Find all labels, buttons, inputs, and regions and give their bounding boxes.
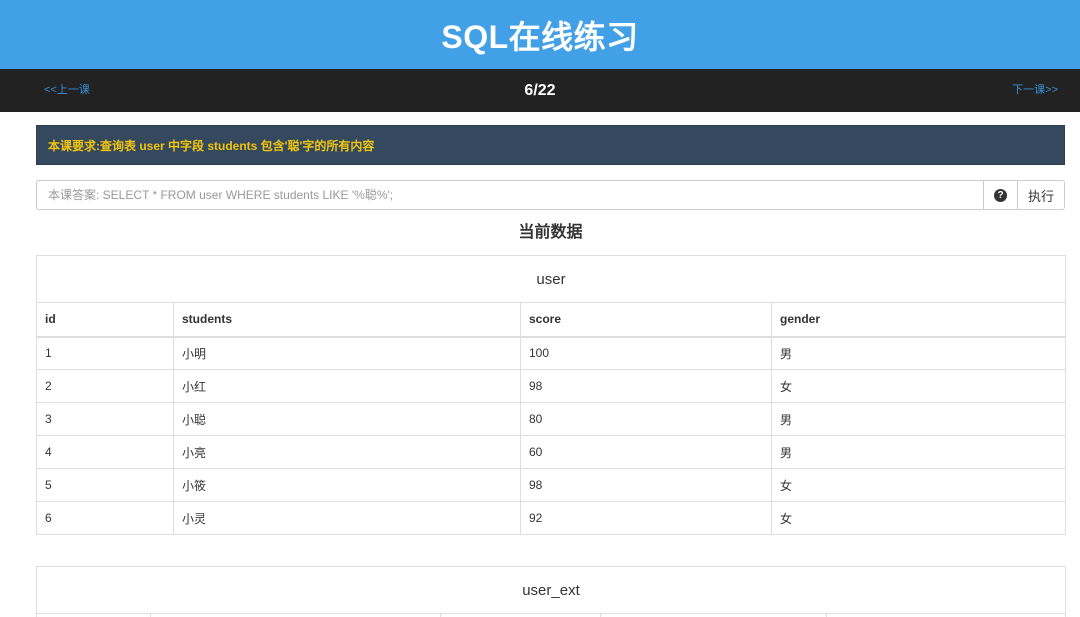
question-circle-icon: ? [994, 188, 1007, 202]
table-cell: 小红 [173, 369, 521, 403]
column-header: students [173, 302, 521, 338]
user-ext-table-caption: user_ext [36, 566, 1066, 613]
user-ext-table-wrapper: user_ext [36, 566, 1066, 617]
column-header [440, 613, 601, 617]
table-cell: 2 [36, 369, 174, 403]
table-cell: 80 [520, 402, 772, 436]
table-row: 1 小明 100 男 [36, 336, 1066, 370]
user-table-caption: user [36, 255, 1066, 302]
column-header [36, 613, 151, 617]
column-header: gender [771, 302, 1066, 338]
table-row: 5 小筱 98 女 [36, 468, 1066, 502]
app-header: SQL在线练习 [0, 0, 1080, 69]
table-cell: 3 [36, 402, 174, 436]
execute-button[interactable]: 执行 [1017, 180, 1065, 210]
table-cell: 小灵 [173, 501, 521, 535]
table-cell: 60 [520, 435, 772, 469]
table-cell: 92 [520, 501, 772, 535]
next-lesson-link[interactable]: 下一课>> [1012, 69, 1058, 112]
current-data-title: 当前数据 [518, 224, 583, 241]
table-row: 2 小红 98 女 [36, 369, 1066, 403]
table-cell: 4 [36, 435, 174, 469]
table-cell: 小聪 [173, 402, 521, 436]
table-cell: 6 [36, 501, 174, 535]
prev-lesson-link[interactable]: <<上一课 [44, 69, 90, 112]
sql-query-input[interactable] [36, 180, 983, 210]
column-header [150, 613, 441, 617]
table-cell: 女 [771, 369, 1066, 403]
table-cell: 1 [36, 336, 174, 370]
table-cell: 女 [771, 501, 1066, 535]
user-ext-table: user_ext [36, 566, 1066, 617]
column-header [600, 613, 827, 617]
user-table: user id students score gender 1 小明 100 男… [36, 255, 1066, 535]
table-header-row [36, 613, 1066, 617]
table-cell: 98 [520, 369, 772, 403]
column-header: score [520, 302, 772, 338]
table-cell: 小明 [173, 336, 521, 370]
lesson-requirement: 本课要求:查询表 user 中字段 students 包含'聪'字的所有内容 [36, 125, 1065, 165]
user-table-wrapper: user id students score gender 1 小明 100 男… [36, 255, 1066, 535]
table-row: 6 小灵 92 女 [36, 501, 1066, 535]
table-cell: 男 [771, 435, 1066, 469]
table-cell: 男 [771, 402, 1066, 436]
table-cell: 100 [520, 336, 772, 370]
query-bar: ? 执行 [36, 180, 1065, 210]
table-cell: 小亮 [173, 435, 521, 469]
lesson-nav-bar: <<上一课 6/22 下一课>> [0, 69, 1080, 112]
app-title: SQL在线练习 [441, 18, 639, 55]
column-header: id [36, 302, 174, 338]
lesson-progress: 6/22 [524, 81, 556, 99]
table-row: 4 小亮 60 男 [36, 435, 1066, 469]
table-cell: 小筱 [173, 468, 521, 502]
column-header [826, 613, 1066, 617]
table-cell: 5 [36, 468, 174, 502]
table-header-row: id students score gender [36, 302, 1066, 338]
table-cell: 女 [771, 468, 1066, 502]
table-row: 3 小聪 80 男 [36, 402, 1066, 436]
help-button[interactable]: ? [983, 180, 1017, 210]
table-cell: 男 [771, 336, 1066, 370]
table-cell: 98 [520, 468, 772, 502]
